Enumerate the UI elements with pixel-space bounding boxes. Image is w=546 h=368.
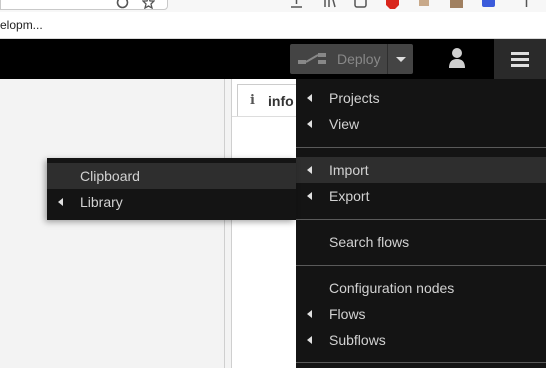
submenu-caret-icon — [307, 192, 312, 200]
submenu-item-label: Library — [80, 194, 123, 210]
menu-item-label: View — [329, 116, 360, 132]
extension-icon[interactable] — [418, 0, 431, 9]
main-menu-button[interactable] — [494, 39, 546, 79]
menu-item-import[interactable]: Import — [296, 157, 546, 183]
menu-item-projects[interactable]: Projects — [296, 85, 546, 111]
submenu-item-library[interactable]: Library — [47, 189, 296, 215]
submenu-caret-icon — [58, 198, 63, 206]
menu-item-search-flows[interactable]: Search flows — [296, 229, 546, 255]
submenu-caret-icon — [307, 166, 312, 174]
deploy-label: Deploy — [337, 51, 381, 67]
node-red-editor: elopm... Deploy i info Projects View Imp… — [0, 0, 546, 368]
stop-icon[interactable] — [386, 0, 399, 9]
bookmark-item[interactable]: elopm... — [0, 18, 43, 32]
user-button[interactable] — [438, 39, 478, 79]
deploy-button[interactable]: Deploy — [290, 44, 413, 74]
sidebar-splitter[interactable] — [224, 79, 232, 368]
import-submenu: Clipboard Library — [47, 158, 296, 220]
menu-item-label: Import — [329, 162, 369, 178]
bookmarks-bar: elopm... — [0, 12, 546, 39]
deploy-icon — [298, 53, 326, 64]
info-icon: i — [250, 93, 255, 108]
menu-item-label: Flows — [329, 306, 366, 322]
deploy-divider — [387, 44, 388, 74]
menu-item-view[interactable]: View — [296, 111, 546, 137]
menu-item-label: Subflows — [329, 332, 386, 348]
star-icon[interactable] — [142, 0, 155, 9]
menu-divider — [296, 362, 546, 363]
palette-area — [0, 79, 224, 368]
menu-divider — [296, 219, 546, 220]
menu-item-flows[interactable]: Flows — [296, 301, 546, 327]
submenu-caret-icon — [307, 94, 312, 102]
submenu-item-label: Clipboard — [80, 168, 140, 184]
download-icon[interactable] — [290, 0, 303, 9]
user-icon — [449, 48, 465, 68]
library-icon[interactable] — [323, 0, 336, 9]
main-menu: Projects View Import Export Search flows… — [296, 79, 546, 368]
menu-item-label: Export — [329, 188, 370, 204]
menu-item-label: Projects — [329, 90, 380, 106]
browser-toolbar — [0, 0, 546, 12]
menu-icon[interactable] — [520, 0, 533, 9]
menu-divider — [296, 147, 546, 148]
menu-item-export[interactable]: Export — [296, 183, 546, 209]
tab-icon[interactable] — [354, 0, 367, 9]
menu-item-subflows[interactable]: Subflows — [296, 327, 546, 353]
tab-info-label: info — [268, 93, 294, 109]
circle-icon[interactable] — [116, 0, 129, 9]
menu-item-label: Configuration nodes — [329, 280, 455, 296]
menu-divider — [296, 265, 546, 266]
deploy-dropdown-icon[interactable] — [396, 57, 406, 62]
submenu-caret-icon — [307, 120, 312, 128]
menu-item-configuration-nodes[interactable]: Configuration nodes — [296, 275, 546, 301]
submenu-caret-icon — [307, 336, 312, 344]
submenu-item-clipboard[interactable]: Clipboard — [47, 163, 296, 189]
menu-item-label: Search flows — [329, 234, 410, 250]
submenu-caret-icon — [307, 310, 312, 318]
profile-icon[interactable] — [450, 0, 463, 9]
puzzle-icon[interactable] — [482, 0, 495, 9]
